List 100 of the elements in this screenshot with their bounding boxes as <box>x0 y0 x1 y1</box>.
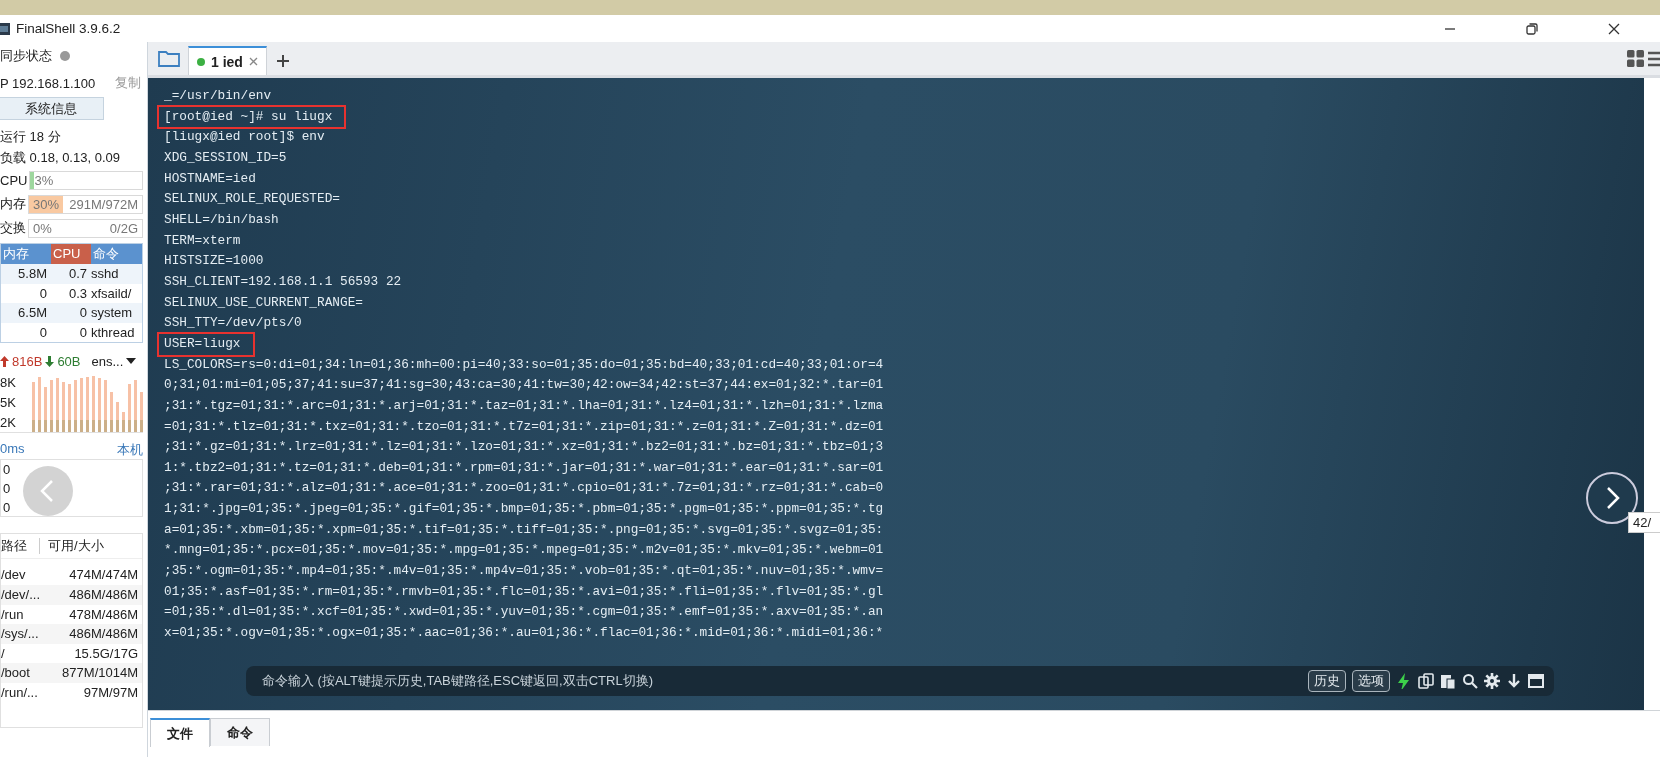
terminal-line: HISTSIZE=1000 <box>164 253 264 269</box>
interface-dropdown[interactable]: ens... <box>91 353 124 369</box>
search-icon[interactable] <box>1462 673 1478 689</box>
table-cell-text: 0 <box>78 323 88 342</box>
terminal-line: SELINUX_USE_CURRENT_RANGE= <box>164 294 363 310</box>
table-cell-text: 0 <box>78 304 88 323</box>
terminal-line: XDG_SESSION_ID=5 <box>164 149 287 165</box>
meter-detail: 0/2G <box>109 219 138 237</box>
ip-address: P 192.168.1.100 <box>0 75 96 91</box>
terminal-line: *.mng=01;35:*.pcx=01;35:*.mov=01;35:*.mpg=01;35:*.mpeg=01;35:*.m2v=01;35:*.mkv=01;35:*.webm=01 <box>164 542 884 558</box>
table-cell-text: xfsaild/ <box>91 284 133 303</box>
axis-label: 8K <box>0 374 16 390</box>
close-icon[interactable] <box>1608 22 1620 35</box>
command-bar-button[interactable]: 历史 <box>1308 670 1346 692</box>
table-cell-text: /run <box>1 605 25 624</box>
terminal-line: 0;31;01:mi=01;05;37;41:su=37;41:sg=30;43:ca=30;41:tw=30;42:ow=34;42:st=37;44:ex=01;32:*.tar=01 <box>164 377 884 393</box>
axis-label: 0 <box>3 499 12 515</box>
window-icon[interactable] <box>1528 673 1544 689</box>
axis-label: 0 <box>3 462 12 478</box>
table-cell-text: 6.5M <box>17 304 48 323</box>
table-cell-text: system <box>91 304 134 323</box>
table-cell-text: 0 <box>38 323 48 342</box>
table-cell-text: 15.5G/17G <box>74 644 138 663</box>
terminal-line: 1:*.tbz2=01;31:*.tz=01;31:*.deb=01;31:*.rpm=01;31:*.jar=01;31:*.war=01;31:*.ear=01;31:*.sar=01 <box>164 459 884 475</box>
terminal-line: LS_COLORS=rs=0:di=01;34:ln=01;36:mh=00:pi=40;33:so=01;35:do=01;35:bd=40;33;01:cd=40;33;01:or=4 <box>164 356 884 372</box>
meter-label: 内存 <box>0 195 26 213</box>
terminal-line: ;31:*.rar=01;31:*.alz=01;31:*.ace=01;31:*.zoo=01;31:*.cpio=01;31:*.7z=01;31:*.rz=01;31:*.cab=0 <box>164 480 884 496</box>
terminal-line: a=01;35:*.xbm=01;35:*.xpm=01;35:*.tif=01;35:*.tiff=01;35:*.png=01;35:*.svg=01;35:*.svgz=01;35: <box>164 521 884 537</box>
table-cell-text: / <box>1 644 6 663</box>
down-arrow-icon[interactable] <box>1506 673 1522 689</box>
lightning-icon[interactable] <box>1396 673 1412 689</box>
terminal-line: ;35:*.ogm=01;35:*.mp4=01;35:*.m4v=01;35:*.mp4v=01;35:*.vob=01;35:*.qt=01;35:*.nuv=01;35:*.wmv= <box>164 563 884 579</box>
meter-detail: 291M/972M <box>69 195 138 213</box>
paste-icon[interactable] <box>1440 673 1456 689</box>
sync-label: 同步状态 <box>0 47 52 65</box>
terminal-line: [root@ied ~]# su liugx <box>164 108 333 124</box>
bottom-tab[interactable]: 命令 <box>210 718 270 746</box>
upload-arrow-icon <box>0 355 9 367</box>
table-cell-text: 0.7 <box>67 265 88 283</box>
window-title: FinalShell 3.9.6.2 <box>16 21 121 36</box>
terminal-line: SELINUX_ROLE_REQUESTED= <box>164 191 340 207</box>
terminal-line: TERM=xterm <box>164 232 241 248</box>
table-cell-text: sshd <box>91 265 120 283</box>
terminal-line: _=/usr/bin/env <box>164 88 272 103</box>
table-cell-text: 486M/486M <box>69 625 138 644</box>
table-cell-text: /boot <box>1 664 31 683</box>
terminal-line: =01;35:*.dl=01;35:*.xcf=01;35:*.xwd=01;35:*.yuv=01;35:*.cgm=01;35:*.emf=01;35:*.axv=01;35:*.an <box>164 604 884 620</box>
table-cell-text: 478M/486M <box>69 605 138 624</box>
terminal-line: USER=liugx <box>164 335 241 351</box>
table-cell-text: /dev <box>1 566 27 585</box>
ping-target[interactable]: 本机 <box>117 441 143 460</box>
table-cell-text: /run/... <box>1 683 39 702</box>
terminal-line: ;31:*.tgz=01;31:*.arc=01;31:*.arj=01;31:*.taz=01;31:*.lha=01;31:*.lz4=01;31:*.lzh=01;31:*.lzma <box>164 397 884 413</box>
meter-label: CPU <box>0 172 28 188</box>
table-cell-text: 97M/97M <box>83 683 138 702</box>
meter-reading: 0% <box>33 219 52 237</box>
table-cell-text: /dev/... <box>1 585 42 604</box>
command-input[interactable]: 命令输入 (按ALT键提示历史,TAB键路径,ESC键返回,双击CTRL切换) 历史 选项 <box>246 666 1554 696</box>
latency-text: 0ms <box>0 441 25 459</box>
table-cell-text: kthread <box>91 323 136 342</box>
terminal-line: SHELL=/bin/bash <box>164 211 279 227</box>
meter-label: 交换 <box>0 219 26 237</box>
page-counter: 42/ <box>1628 512 1660 533</box>
session-tab[interactable]: 1 ied <box>188 46 267 75</box>
terminal-line: HOSTNAME=ied <box>164 170 256 186</box>
table-cell-text: 474M/474M <box>69 566 138 585</box>
meter-reading: 3% <box>34 171 54 189</box>
restore-icon[interactable] <box>1526 22 1538 35</box>
table-cell-text: 486M/486M <box>69 585 138 604</box>
meter-reading: 30% <box>33 195 60 213</box>
column-header: 可用/大小 <box>39 538 142 555</box>
terminal-line: =01;31:*.tlz=01;31:*.txz=01;31:*.tzo=01;31:*.t7z=01;31:*.zip=01;31:*.z=01;31:*.Z=01;31:*.dz=01 <box>164 418 884 434</box>
uptime-text: 运行 18 分 <box>0 127 62 146</box>
copy-icon[interactable] <box>1418 673 1434 689</box>
menu-icon[interactable] <box>1648 51 1660 67</box>
axis-label: 2K <box>0 414 16 430</box>
column-header: 路径 <box>1 537 28 556</box>
caret-icon[interactable] <box>126 358 137 365</box>
table-cell-text: 877M/1014M <box>62 664 138 683</box>
terminal-line: x=01;35:*.ogv=01;35:*.ogx=01;35:*.aac=01;36:*.au=01;36:*.flac=01;36:*.mid=01;36:*.midi=01;36:* <box>164 625 884 641</box>
system-info-button[interactable]: 系统信息 <box>0 97 104 120</box>
app-icon <box>0 22 10 35</box>
bottom-tab[interactable]: 文件 <box>150 718 210 747</box>
column-header[interactable]: CPU <box>51 244 91 264</box>
folder-icon[interactable] <box>158 49 180 67</box>
grid-view-icon[interactable] <box>1627 50 1644 67</box>
axis-label: 5K <box>0 394 16 410</box>
table-cell-text: /sys/... <box>1 625 40 644</box>
settings-icon[interactable] <box>1484 673 1500 689</box>
upload-rate: 816B <box>12 353 43 369</box>
table-cell-text: 0.3 <box>67 284 88 303</box>
add-tab-icon[interactable] <box>276 55 289 67</box>
terminal-line: 1;31:*.jpg=01;35:*.jpeg=01;35:*.gif=01;35:*.bmp=01;35:*.pbm=01;35:*.pgm=01;35:*.ppm=01;35:*.tg <box>164 501 884 517</box>
command-bar-button[interactable]: 选项 <box>1352 670 1390 692</box>
terminal-line: ;31:*.gz=01;31:*.lrz=01;31:*.lz=01;31:*.lzo=01;31:*.xz=01;31:*.bz2=01;31:*.bz=01;31:*.tbz=01;3 <box>164 439 884 455</box>
terminal-line: SSH_TTY=/dev/pts/0 <box>164 315 302 331</box>
download-arrow-icon <box>45 355 55 367</box>
terminal-line: [liugx@ied root]$ env <box>164 129 325 145</box>
terminal-line: SSH_CLIENT=192.168.1.1 56593 22 <box>164 273 402 289</box>
table-cell-text: 5.8M <box>17 265 48 283</box>
